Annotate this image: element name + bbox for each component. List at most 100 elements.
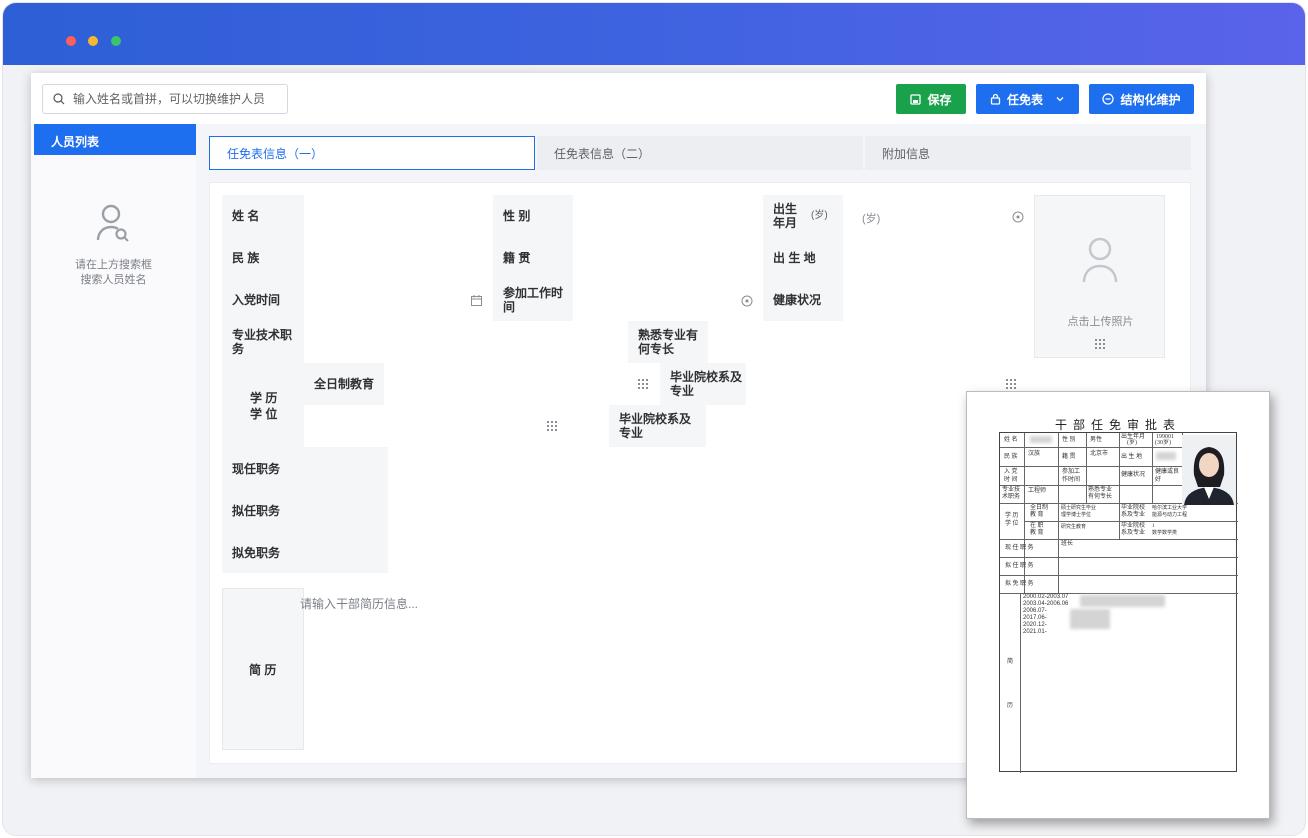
doc-name-label: 姓 名 [1004,437,1018,443]
doc-grad2-value-1: 1 [1152,524,1155,529]
lock-icon [990,93,1001,105]
doc-grad1-label-1: 毕业院校 [1121,505,1146,511]
minimize-window-dot[interactable] [88,36,98,46]
expertise-label-line-2: 何专长 [638,342,675,356]
doc-ethnicity-value: 汉族 [1028,451,1041,457]
doc-tech-label-2: 术职务 [1002,494,1021,500]
search-input[interactable] [73,92,273,106]
clock-icon[interactable] [741,295,753,307]
save-icon [910,93,922,105]
doc-removal-label: 拟 免 职 务 [1005,581,1034,587]
tab-appointment-info-2[interactable]: 任免表信息（二） [537,136,863,170]
save-button-label: 保存 [927,92,952,107]
graduate-school-1-line-2: 专业 [670,384,695,398]
close-window-dot[interactable] [66,36,76,46]
structured-maintenance-label: 结构化维护 [1120,92,1181,107]
ethnicity-label: 民 族 [222,237,304,279]
doc-health-label: 健康状况 [1121,472,1146,478]
doc-grad2-label-1: 毕业院校 [1121,523,1146,529]
appointment-approval-document-preview: 干部任免审批表 姓 名 性 别 男性 出生年月 (岁) 199001 (30岁)… [966,391,1270,819]
doc-native-label: 籍 贯 [1062,454,1076,460]
birth-date-label-line-2: 年月 [773,216,798,230]
health-label-text: 健康状况 [773,293,822,307]
document-table: 姓 名 性 别 男性 出生年月 (岁) 199001 (30岁) 民 族 汉族 … [999,432,1238,773]
graduate-school-label-1: 毕业院校系及 专业 [660,363,746,405]
grid-icon[interactable] [1006,379,1016,389]
doc-proposed-label: 拟 任 职 务 [1005,563,1034,569]
doc-party-label-1: 入 党 [1004,469,1018,475]
birth-date-label: 出生 年月 (岁) [763,195,843,237]
chevron-down-icon [1056,97,1064,102]
maximize-window-dot[interactable] [111,36,121,46]
personnel-list-header[interactable]: 人员列表 [34,124,196,155]
ethnicity-label-text: 民 族 [232,251,260,265]
minus-circle-icon [1102,93,1115,105]
work-start-label-line-2: 间 [503,300,516,314]
expertise-label-line-1: 熟悉专业有 [638,328,699,342]
doc-grad2-value-2: 数学数学类 [1152,531,1178,536]
resume-label: 简 历 [222,588,304,750]
search-box[interactable] [42,84,288,114]
tab-additional-info[interactable]: 附加信息 [865,136,1191,170]
doc-resume-line-5: 2020.12- [1023,622,1047,628]
structured-maintenance-button[interactable]: 结构化维护 [1089,84,1194,114]
photo-upload-area[interactable]: 点击上传照片 [1034,195,1165,358]
graduate-school-2-line-1: 毕业院校系及 [619,412,692,426]
appointment-form-button[interactable]: 任免表 [976,84,1079,114]
doc-tech-value: 工程师 [1028,488,1047,494]
doc-inservice-label-2: 教 育 [1030,530,1044,536]
doc-resume-line-3: 2006.07- [1023,608,1047,614]
doc-resume-line-2: 2003.04-2006.06 [1023,601,1069,607]
grid-icon [1095,339,1105,349]
tab-appointment-info-1[interactable]: 任免表信息（一） [209,136,535,170]
doc-expert-label-2: 有何专长 [1088,494,1113,500]
doc-expert-label-1: 熟悉专业 [1088,487,1113,493]
sidebar-empty-hint: 请在上方搜索框 搜索人员姓名 [31,258,196,288]
search-icon [53,93,65,105]
doc-work-label-2: 作时间 [1062,477,1081,483]
doc-birth-label-2: (岁) [1127,440,1137,446]
doc-grad1-value-2: 能源与动力工程 [1152,513,1188,518]
doc-resume-label-2: 历 [1007,703,1014,709]
gender-label: 性 别 [493,195,573,237]
birthplace-label: 出 生 地 [763,237,843,279]
doc-gender-value: 男性 [1090,437,1103,443]
doc-birth-value-2: (30岁) [1155,440,1171,446]
doc-fulltime-label-1: 全日制 [1030,505,1049,511]
document-title: 干部任免审批表 [1054,418,1181,432]
doc-health-value-1: 健康或良 [1155,469,1180,475]
doc-grad1-label-2: 系及专业 [1121,512,1146,518]
native-place-label: 籍 贯 [493,237,573,279]
native-place-label-text: 籍 贯 [503,251,531,265]
name-label-text: 姓 名 [232,209,260,223]
fulltime-education-label-text: 全日制教育 [314,377,375,391]
graduate-school-2-line-2: 专业 [619,426,644,440]
birthplace-label-text: 出 生 地 [773,251,816,265]
name-label: 姓 名 [222,195,304,237]
sidebar-empty-line-1: 请在上方搜索框 [75,259,152,271]
education-label: 学 历 学 位 [222,363,304,447]
posts-label-group: 现任职务 拟任职务 拟免职务 [222,447,388,573]
expertise-label: 熟悉专业有 何专长 [628,321,708,363]
doc-ethnicity-label: 民 族 [1004,454,1018,460]
doc-birthplace-label: 出 生 地 [1121,454,1143,460]
clock-icon[interactable] [1012,211,1024,223]
grid-icon[interactable] [547,421,557,431]
doc-resume-label-1: 简 [1007,659,1014,665]
doc-current-value: 班长 [1061,541,1074,547]
resume-label-text: 简 历 [249,663,277,677]
document-portrait-photo [1182,435,1236,505]
age-value[interactable]: (岁) [862,210,880,226]
doc-grad2-label-2: 系及专业 [1121,530,1146,536]
gender-label-text: 性 别 [503,209,531,223]
save-button[interactable]: 保存 [896,84,966,114]
doc-edu-label-2: 学 位 [1005,521,1019,527]
grid-icon[interactable] [638,379,648,389]
doc-tech-label-1: 专业技 [1002,487,1021,493]
doc-inservice-value: 研究生教育 [1061,525,1087,530]
avatar-placeholder-icon [1082,237,1118,283]
fulltime-education-label: 全日制教育 [304,363,384,405]
calendar-icon[interactable] [471,295,482,306]
doc-health-value-2: 好 [1155,477,1162,483]
doc-resume-line-4: 2017.06- [1023,615,1047,621]
